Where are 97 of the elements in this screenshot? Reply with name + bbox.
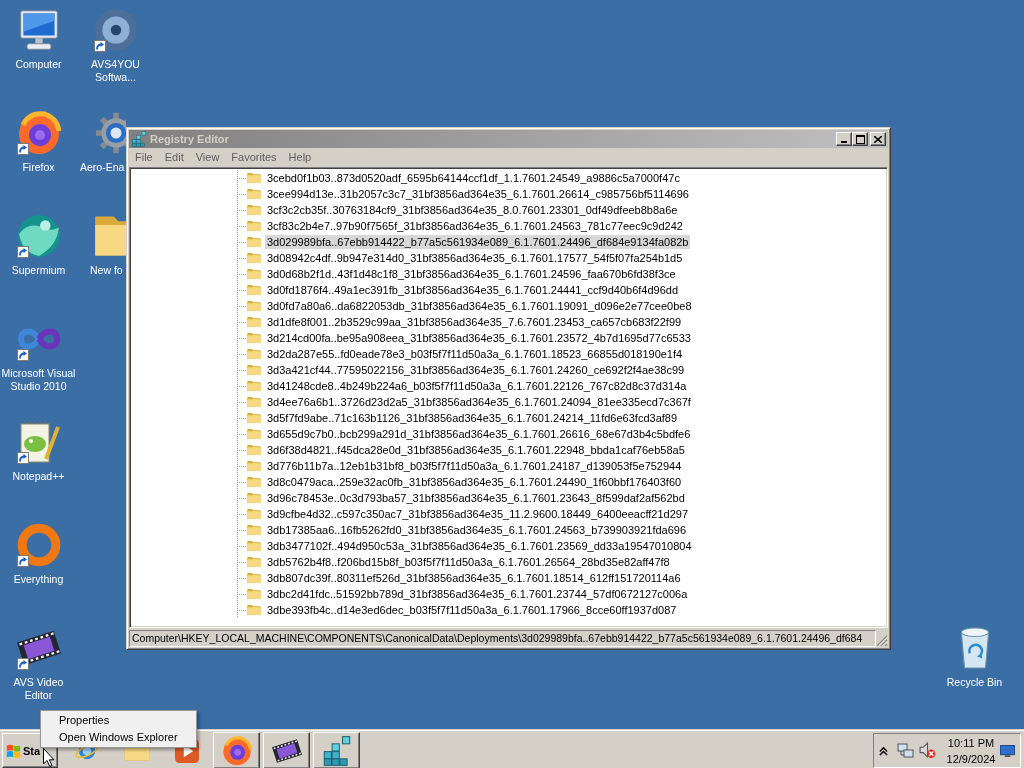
- tree-item[interactable]: 3d0fd1876f4..49a1ec391fb_31bf3856ad364e35_6.1.7601.24441_ccf9d40b6f4d96dd: [265, 283, 681, 297]
- maximize-icon: [855, 134, 865, 144]
- folder-icon: [247, 556, 261, 568]
- disc-icon[interactable]: [93, 8, 138, 52]
- muted-speaker-icon[interactable]: [919, 742, 936, 759]
- tree-item[interactable]: 3d5f7fd9abe..71c163b1126_31bf3856ad364e35_6.1.7601.24214_11fd6e63fcd3af89: [265, 411, 680, 425]
- folder-icon: [247, 188, 261, 200]
- tree-item[interactable]: 3d214cd00fa..be95a908eea_31bf3856ad364e35_6.1.7601.23572_4b7d1695d77c6533: [265, 331, 693, 345]
- icon-label[interactable]: Recycle Bin: [946, 676, 1003, 689]
- tree-item[interactable]: 3db807dc39f..80311ef526d_31bf3856ad364e35_6.1.7601.18514_612ff151720114a6: [265, 571, 683, 585]
- minimize-icon: [841, 141, 847, 143]
- icon-label[interactable]: Supermium: [11, 264, 66, 277]
- menu-bar-item[interactable]: View: [189, 150, 226, 165]
- taskbar-button[interactable]: [313, 732, 360, 768]
- browser-logo-icon: [221, 735, 252, 766]
- clock-time[interactable]: 10:11 PM: [947, 734, 995, 751]
- taskbar-button[interactable]: [213, 732, 260, 768]
- browser-logo-icon[interactable]: [16, 111, 61, 155]
- icon-label[interactable]: Firefox: [22, 161, 55, 174]
- folder-icon: [247, 604, 261, 616]
- folder-icon: [247, 284, 261, 296]
- folder-icon: [247, 300, 261, 312]
- tree-item[interactable]: 3d4ee76a6b1..3726d23d2a5_31bf3856ad364e35_6.1.7601.24094_81ee335ecd7c367f: [265, 395, 693, 409]
- context-menu-item[interactable]: Properties: [43, 712, 194, 729]
- folder-icon: [247, 396, 261, 408]
- folder-icon[interactable]: [93, 214, 126, 258]
- folder-icon: [247, 524, 261, 536]
- flag-icon: [6, 743, 21, 758]
- cubes-icon: [131, 131, 147, 147]
- tree-item[interactable]: 3dbc2d41fdc..51592bb789d_31bf3856ad364e35_6.1.7601.23744_57df0672127c006a: [265, 587, 690, 601]
- folder-icon: [247, 540, 261, 552]
- cubes-icon: [321, 735, 352, 766]
- folder-icon: [247, 444, 261, 456]
- network-icon[interactable]: [897, 742, 914, 759]
- tree-item[interactable]: 3d776b11b7a..12eb1b31bf8_b03f5f7f11d50a3a_6.1.7601.24187_d139053f5e752944: [265, 459, 684, 473]
- icon-label[interactable]: Aero-Ena: [80, 161, 125, 174]
- tree-item[interactable]: 3d96c78453e..0c3d793ba57_31bf3856ad364e35_6.1.7601.23643_8f599daf2af562bd: [265, 491, 687, 505]
- folder-icon: [247, 220, 261, 232]
- status-bar: Computer\HKEY_LOCAL_MACHINE\COMPONENTS\CanonicalData\Deployments\3d029989bfa..67ebb914422_b77a5c561934e089_6.1.7601.24496_df684: [129, 630, 876, 647]
- icon-label[interactable]: Computer: [15, 58, 62, 71]
- tree-item[interactable]: 3d0d68b2f1d..43f1d48c1f8_31bf3856ad364e35_6.1.7601.24596_faa670b6fd38f3ce: [265, 267, 678, 281]
- icon-label[interactable]: New fo: [90, 264, 123, 277]
- taskbar-button[interactable]: [263, 732, 310, 768]
- folder-icon: [247, 492, 261, 504]
- menu-bar-item[interactable]: Favorites: [225, 150, 283, 165]
- tree-item[interactable]: 3d1dfe8f001..2b3529c99aa_31bf3856ad364e35_7.6.7601.23453_ca657cb683f22f99: [265, 315, 684, 329]
- chevron-icon[interactable]: [879, 745, 888, 756]
- tree-item[interactable]: 3cf83c2b4e7..97b90f7565f_31bf3856ad364e35_6.1.7601.24563_781c77eec9c9d242: [265, 219, 685, 233]
- tree-item[interactable]: 3d3a421cf44..77595022156_31bf3856ad364e35_6.1.7601.24260_ce692f2f4ae38c99: [265, 363, 687, 377]
- ring-icon[interactable]: [16, 523, 61, 567]
- sphere-icon[interactable]: [16, 214, 61, 258]
- folder-icon: [247, 588, 261, 600]
- folder-icon: [247, 316, 261, 328]
- tree-item[interactable]: 3d2da287e55..fd0eade78e3_b03f5f7f11d50a3a_6.1.7601.18523_66855d018190e1f4: [265, 347, 685, 361]
- tree-item[interactable]: 3d41248cde8..4b249b224a6_b03f5f7f11d50a3a_6.1.7601.22126_767c82d8c37d314a: [265, 379, 689, 393]
- tree-item[interactable]: 3cee994d13e..31b2057c3c7_31bf3856ad364e35_6.1.7601.26614_c985756bf5114696: [265, 187, 691, 201]
- folder-icon: [247, 380, 261, 392]
- tree-item[interactable]: 3d655d9c7b0..bcb299a291d_31bf3856ad364e35_6.1.7601.26616_68e67d3b4c5bdfe6: [265, 427, 693, 441]
- folder-icon: [247, 204, 261, 216]
- icon-label[interactable]: AVS4YOU Softwa...: [77, 58, 154, 84]
- icon-label[interactable]: Microsoft Visual Studio 2010: [0, 367, 77, 393]
- menu-bar-item[interactable]: Help: [282, 150, 318, 165]
- menu-bar-item[interactable]: Edit: [158, 150, 190, 165]
- folder-icon: [247, 460, 261, 472]
- icon-label[interactable]: Everything: [13, 573, 64, 586]
- tree-item[interactable]: 3d6f38d4821..f45dca28e0d_31bf3856ad364e35_6.1.7601.22948_bbda1caf76eb58a5: [265, 443, 687, 457]
- icon-label[interactable]: AVS Video Editor: [0, 676, 77, 702]
- tree-item[interactable]: 3d0fd7a80a6..da6822053db_31bf3856ad364e35_6.1.7601.19091_d096e2e77cee0be8: [265, 299, 694, 313]
- tree-item[interactable]: 3db5762b4f8..f206bd15b8f_b03f5f7f11d50a3a_6.1.7601.26564_28bd35e82aff47f8: [265, 555, 672, 569]
- folder-icon: [247, 348, 261, 360]
- folder-icon: [247, 252, 261, 264]
- resize-grip-icon[interactable]: [876, 635, 888, 647]
- folder-icon: [247, 268, 261, 280]
- tree-item[interactable]: 3dbe393fb4c..d14e3ed6dec_b03f5f7f11d50a3a_6.1.7601.17966_8cce60ff1937d087: [265, 603, 679, 617]
- folder-icon: [247, 572, 261, 584]
- window-title: Registry Editor: [150, 133, 229, 145]
- tree-item[interactable]: 3cf3c2cb35f..30763184cf9_31bf3856ad364e35_8.0.7601.23301_0df49dfeeb8b8a6e: [265, 203, 680, 217]
- mouse-pointer-icon: [43, 748, 55, 767]
- tree-item[interactable]: 3cebd0f1b03..873d0520adf_6595b64144ccf1df_1.1.7601.24549_a9886c5a7000f47c: [265, 171, 682, 185]
- folder-icon: [247, 412, 261, 424]
- folder-icon: [247, 428, 261, 440]
- tree-item[interactable]: 3d08942c4df..9b947e314d0_31bf3856ad364e35_6.1.7601.17577_54f5f07fa254b1d5: [265, 251, 685, 265]
- tree-item[interactable]: 3d8c0479aca..259e32ac0fb_31bf3856ad364e35_6.1.7601.24490_1f60bbf176403f60: [265, 475, 684, 489]
- menu-bar-item[interactable]: File: [129, 150, 159, 165]
- folder-icon: [247, 332, 261, 344]
- folder-icon: [247, 236, 261, 248]
- tree-item[interactable]: 3db17385aa6..16fb5262fd0_31bf3856ad364e35_6.1.7601.24563_b739903921fda696: [265, 523, 689, 537]
- clock-date[interactable]: 12/9/2024: [946, 750, 996, 767]
- show-desktop-icon[interactable]: [1000, 744, 1015, 757]
- icon-label[interactable]: Notepad++: [12, 470, 65, 483]
- tree-item[interactable]: 3db3477102f..494d950c53a_31bf3856ad364e35_6.1.7601.23569_dd33a19547010804: [265, 539, 694, 553]
- folder-icon: [247, 172, 261, 184]
- tree-item[interactable]: 3d9cfbe4d32..c597c350ac7_31bf3856ad364e35_11.2.9600.18449_6400eeacff21d297: [265, 507, 691, 521]
- folder-icon: [247, 476, 261, 488]
- close-icon: [874, 135, 882, 143]
- folder-icon: [247, 508, 261, 520]
- folder-icon: [247, 364, 261, 376]
